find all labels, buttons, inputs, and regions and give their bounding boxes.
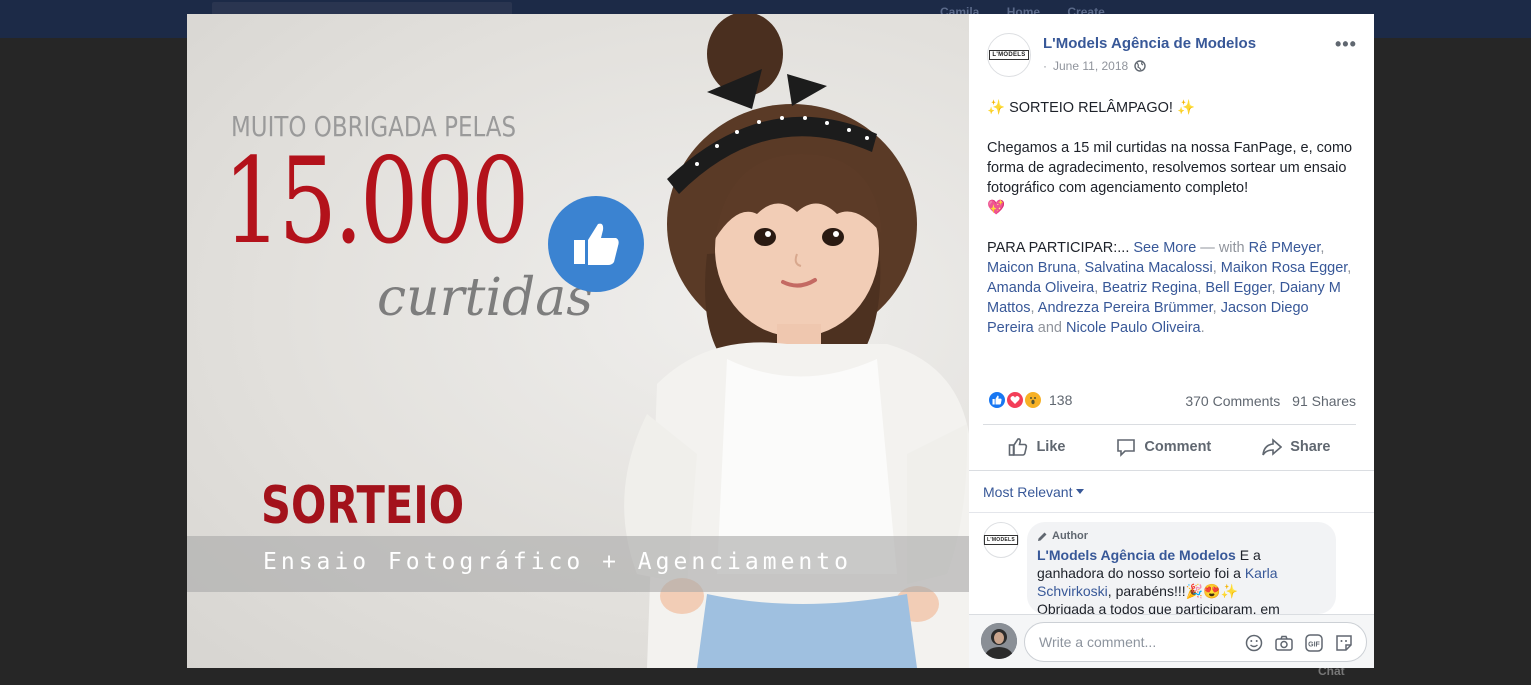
caption-band-text: Ensaio Fotográfico + Agenciamento xyxy=(263,549,852,575)
share-button[interactable]: Share xyxy=(1262,437,1331,457)
reactions-summary[interactable]: 138 xyxy=(987,390,1072,410)
post-text: ✨ SORTEIO RELÂMPAGO! ✨ Chegamos a 15 mil… xyxy=(987,98,1357,358)
composer-icons: GIF xyxy=(1244,633,1354,653)
comment-text: , parabéns!!!🎉😍✨ xyxy=(1107,583,1238,599)
thumbs-up-icon xyxy=(548,196,644,292)
post-body-text: Chegamos a 15 mil curtidas na nossa FanP… xyxy=(987,140,1353,196)
wow-reaction-icon xyxy=(1023,390,1043,410)
participate-text: PARA PARTICIPAR:... xyxy=(987,240,1130,256)
comma: , xyxy=(1094,280,1099,296)
caret-down-icon xyxy=(1076,489,1085,494)
globe-icon xyxy=(1134,60,1146,72)
comment-bubble: Author L'Models Agência de Modelos E a g… xyxy=(1027,522,1336,614)
share-label: Share xyxy=(1290,439,1331,455)
sorteio-heading: SORTEIO xyxy=(261,476,465,536)
sticker-icon[interactable] xyxy=(1334,633,1354,653)
comma: , xyxy=(1030,300,1035,316)
post-tags: PARA PARTICIPAR:... See More — with Rê P… xyxy=(987,238,1357,338)
camera-icon[interactable] xyxy=(1274,633,1294,653)
gif-icon[interactable]: GIF xyxy=(1304,633,1324,653)
comment-composer-bar: GIF xyxy=(969,614,1374,668)
page-logo: L'MODELS xyxy=(989,50,1029,60)
comment-author-logo: L'MODELS xyxy=(983,535,1019,545)
photo-theater-modal: MUITO OBRIGADA PELAS 15.000 curtidas SOR… xyxy=(187,14,1374,668)
see-more-link[interactable]: See More xyxy=(1133,240,1196,256)
comma: , xyxy=(1212,260,1217,276)
post-photo[interactable]: MUITO OBRIGADA PELAS 15.000 curtidas SOR… xyxy=(187,14,969,668)
comment-body: L'Models Agência de Modelos E a ganhador… xyxy=(1037,546,1326,614)
divider xyxy=(969,512,1374,513)
comma: , xyxy=(1212,300,1217,316)
tagged-person[interactable]: Bell Egger xyxy=(1205,280,1271,296)
current-user-avatar[interactable] xyxy=(981,623,1017,659)
svg-text:GIF: GIF xyxy=(1308,642,1320,649)
shares-count-link[interactable]: 91 Shares xyxy=(1292,393,1356,409)
author-badge: Author xyxy=(1037,530,1326,542)
comma: , xyxy=(1320,240,1325,256)
tagged-person[interactable]: Amanda Oliveira xyxy=(987,280,1094,296)
comment-author-avatar[interactable]: L'MODELS xyxy=(983,522,1019,558)
comment-button[interactable]: Comment xyxy=(1116,437,1211,457)
divider xyxy=(983,424,1356,425)
tagged-person[interactable]: Beatriz Regina xyxy=(1102,280,1197,296)
post-title-line: ✨ SORTEIO RELÂMPAGO! ✨ xyxy=(987,100,1195,116)
tagged-person[interactable]: Nicole Paulo Oliveira xyxy=(1066,320,1201,336)
tagged-person[interactable]: Salvatina Macalossi xyxy=(1085,260,1213,276)
headline-number: 15.000 xyxy=(223,132,529,270)
period: . xyxy=(1200,320,1205,336)
comment-text: Obrigada a todos que participaram, em xyxy=(1037,601,1280,614)
post-date[interactable]: June 11, 2018 xyxy=(1053,59,1128,73)
comment-sort-label: Most Relevant xyxy=(983,484,1073,500)
post-meta: · June 11, 2018 xyxy=(1043,59,1146,73)
like-button[interactable]: Like xyxy=(1008,437,1065,457)
with-prefix: — with xyxy=(1200,240,1245,256)
tagged-person[interactable]: Rê PMeyer xyxy=(1249,240,1321,256)
comment-author-name[interactable]: L'Models Agência de Modelos xyxy=(1037,547,1236,563)
heart-emoji: 💖 xyxy=(987,200,1006,216)
comma: , xyxy=(1076,260,1081,276)
like-label: Like xyxy=(1036,439,1066,455)
tagged-person[interactable]: Maikon Rosa Egger xyxy=(1221,260,1348,276)
comment-input[interactable] xyxy=(1039,634,1219,650)
post-body: Chegamos a 15 mil curtidas na nossa FanP… xyxy=(987,138,1357,218)
comment-input-wrapper: GIF xyxy=(1024,622,1367,662)
divider xyxy=(969,470,1374,471)
and-word: and xyxy=(1037,320,1062,336)
tagged-person[interactable]: Maicon Bruna xyxy=(987,260,1076,276)
share-icon xyxy=(1262,438,1283,456)
date-separator: · xyxy=(1043,59,1047,73)
comments-count-link[interactable]: 370 Comments xyxy=(1185,393,1280,409)
comma: , xyxy=(1197,280,1202,296)
page-avatar[interactable]: L'MODELS xyxy=(987,33,1031,77)
love-reaction-icon xyxy=(1005,390,1025,410)
more-options-icon[interactable]: ••• xyxy=(1335,34,1357,55)
reaction-count: 138 xyxy=(1049,392,1073,408)
tagged-person[interactable]: Andrezza Pereira Brümmer xyxy=(1038,300,1213,316)
page-name-link[interactable]: L'Models Agência de Modelos xyxy=(1043,35,1256,52)
like-icon xyxy=(1009,438,1028,456)
post-actions-bar: Like Comment Share xyxy=(983,426,1356,468)
engagement-counts: 370 Comments 91 Shares xyxy=(1177,393,1356,409)
post-sidebar: L'MODELS L'Models Agência de Modelos · J… xyxy=(969,14,1374,668)
comma: , xyxy=(1271,280,1276,296)
pencil-icon xyxy=(1038,532,1047,541)
emoji-icon[interactable] xyxy=(1244,633,1264,653)
comment-sort-dropdown[interactable]: Most Relevant xyxy=(983,484,1085,500)
comma: , xyxy=(1347,260,1352,276)
like-reaction-icon xyxy=(987,390,1007,410)
author-badge-label: Author xyxy=(1052,530,1089,542)
comment-label: Comment xyxy=(1144,439,1212,455)
comment-icon xyxy=(1117,439,1136,457)
